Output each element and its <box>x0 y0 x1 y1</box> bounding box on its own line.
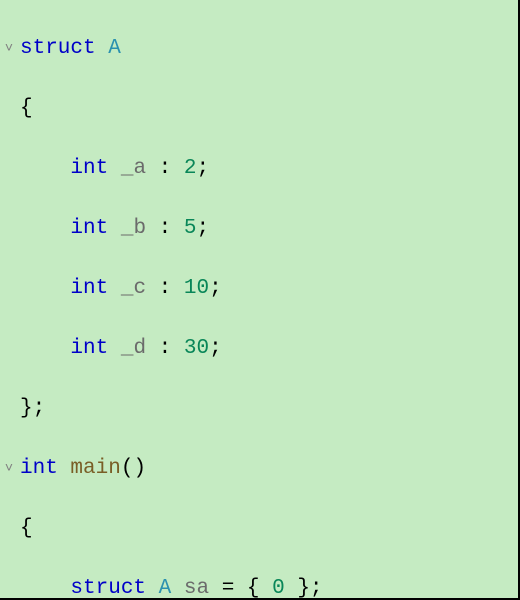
code-line: int _c : 10; <box>20 274 514 304</box>
number: 5 <box>184 217 197 240</box>
keyword: int <box>70 217 108 240</box>
brace: }; <box>20 397 45 420</box>
identifier: _d <box>121 337 146 360</box>
code-line: int _b : 5; <box>20 214 514 244</box>
code-line: int _d : 30; <box>20 334 514 364</box>
code-line: int _a : 2; <box>20 154 514 184</box>
identifier: _a <box>121 157 146 180</box>
function-name: main <box>70 457 120 480</box>
type-name: A <box>108 37 121 60</box>
code-line: ˅int main() <box>20 454 514 484</box>
identifier: sa <box>184 577 209 600</box>
number: 0 <box>272 577 285 600</box>
keyword: struct <box>20 37 96 60</box>
keyword: int <box>70 277 108 300</box>
identifier: _c <box>121 277 146 300</box>
number: 2 <box>184 157 197 180</box>
type-name: A <box>159 577 172 600</box>
code-block: ˅struct A { int _a : 2; int _b : 5; int … <box>0 0 520 600</box>
brace: { <box>20 97 33 120</box>
identifier: _b <box>121 217 146 240</box>
keyword: struct <box>70 577 146 600</box>
code-line: }; <box>20 394 514 424</box>
number: 10 <box>184 277 209 300</box>
code-line: ˅struct A <box>20 34 514 64</box>
brace: { <box>20 517 33 540</box>
code-line: struct A sa = { 0 }; <box>20 574 514 600</box>
number: 30 <box>184 337 209 360</box>
keyword: int <box>70 337 108 360</box>
fold-icon: ˅ <box>2 34 16 64</box>
code-line: { <box>20 94 514 124</box>
keyword: int <box>20 457 58 480</box>
code-line: { <box>20 514 514 544</box>
keyword: int <box>70 157 108 180</box>
fold-icon: ˅ <box>2 454 16 484</box>
